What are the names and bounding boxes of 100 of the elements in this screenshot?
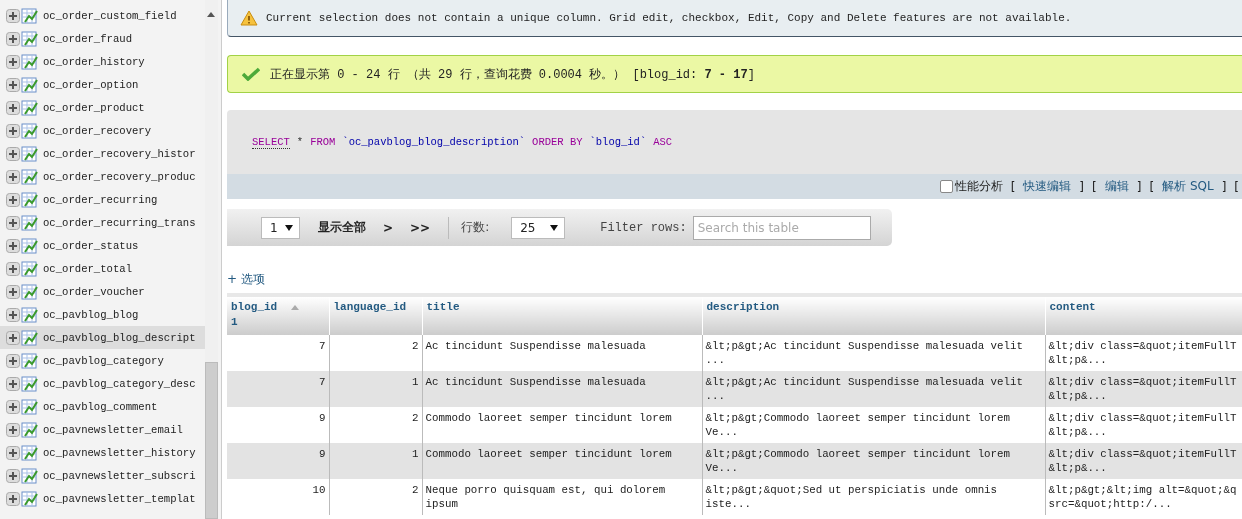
scrollbar-thumb[interactable] (205, 362, 218, 519)
bracket-text: ] (1136, 179, 1142, 194)
table-tree-item[interactable]: oc_order_recovery_histor (0, 142, 205, 165)
table-icon (21, 237, 39, 254)
table-icon (21, 7, 39, 24)
expand-icon[interactable] (6, 123, 20, 138)
table-tree-item[interactable]: oc_order_voucher (0, 280, 205, 303)
bracket-text: ] (1221, 179, 1227, 194)
sql-keyword-link[interactable]: SELECT (252, 135, 290, 149)
table-tree-item[interactable]: oc_pavblog_blog_descript (0, 326, 205, 349)
table-icon (21, 30, 39, 47)
next-page-link[interactable]: > (383, 220, 394, 235)
sql-keyword: FROM (310, 136, 336, 148)
table-icon (21, 145, 39, 162)
expand-icon[interactable] (6, 100, 20, 115)
filter-search-field[interactable]: Search this table (692, 215, 871, 240)
table-tree-item[interactable]: oc_pavblog_blog (0, 303, 205, 326)
table-tree-item[interactable]: oc_order_history (0, 50, 205, 73)
expand-icon[interactable] (6, 146, 20, 161)
sort-ascending-icon (291, 304, 300, 310)
table-tree-item[interactable]: oc_pavnewsletter_subscri (0, 464, 205, 487)
last-page-link[interactable]: >> (410, 220, 431, 235)
table-icon (21, 329, 39, 346)
table-tree-item[interactable]: oc_order_recurring (0, 188, 205, 211)
expand-icon[interactable] (6, 215, 20, 230)
column-header[interactable]: title (422, 295, 702, 335)
expand-icon[interactable] (6, 238, 20, 253)
table-cell: Ac tincidunt Suspendisse malesuada (422, 371, 702, 407)
expand-icon[interactable] (6, 353, 20, 368)
column-header[interactable]: description (702, 295, 1045, 335)
table-cell: &lt;p&gt;Ac tincidunt Suspendisse malesuada velit ... (702, 371, 1045, 407)
rows-label: 行数: (461, 219, 490, 236)
table-tree-item[interactable]: oc_order_status (0, 234, 205, 257)
table-cell: &lt;div class=&quot;itemFullT &lt;p&... (1045, 371, 1242, 407)
table-tree-item[interactable]: oc_pavblog_category (0, 349, 205, 372)
table-tree-item[interactable]: oc_pavnewsletter_email (0, 418, 205, 441)
table-tree-item[interactable]: oc_order_recovery_produc (0, 165, 205, 188)
profiling-label: 性能分析 (954, 178, 1003, 195)
table-icon (21, 283, 39, 300)
bracket-text: [ (1092, 179, 1097, 194)
table-icon (21, 99, 39, 116)
table-tree-item[interactable]: oc_order_recovery (0, 119, 205, 142)
expand-icon[interactable] (6, 376, 20, 391)
expand-icon[interactable] (6, 399, 20, 414)
sql-keyword: ORDER BY (532, 136, 583, 148)
column-header[interactable]: language_id (329, 295, 422, 335)
expand-icon[interactable] (6, 491, 20, 506)
table-tree-item[interactable]: oc_order_total (0, 257, 205, 280)
options-link[interactable]: + 选项 (227, 271, 265, 288)
table-cell: Neque porro quisquam est, qui dolorem ipsum (422, 479, 702, 515)
sql-identifier: `blog_id` (589, 136, 647, 148)
sql-action-link[interactable]: 快速编辑 (1023, 178, 1072, 195)
table-tree-item[interactable]: oc_pavnewsletter_history (0, 441, 205, 464)
table-icon (21, 490, 39, 507)
table-tree-item[interactable]: oc_pavblog_comment (0, 395, 205, 418)
expand-icon[interactable] (6, 284, 20, 299)
table-icon (21, 467, 39, 484)
table-cell: 10 (227, 479, 329, 515)
table-cell: &lt;p&gt;&quot;Sed ut perspiciatis unde omnis iste... (702, 479, 1045, 515)
expand-icon[interactable] (6, 31, 20, 46)
table-cell: 1 (329, 443, 422, 479)
table-cell: &lt;div class=&quot;itemFullT &lt;p&... (1045, 443, 1242, 479)
bracket-text: ] (1079, 179, 1084, 194)
table-cell: 1 (329, 371, 422, 407)
rows-select[interactable]: 25 (511, 216, 566, 239)
warning-icon (240, 10, 258, 26)
show-all-link[interactable]: 显示全部 (318, 219, 366, 236)
expand-icon[interactable] (6, 192, 20, 207)
sql-action-link[interactable]: 编辑 (1104, 178, 1129, 195)
table-cell: &lt;p&gt;&lt;img alt=&quot;&q src=&quot;http:/... (1045, 479, 1242, 515)
table-icon (21, 53, 39, 70)
expand-icon[interactable] (6, 8, 20, 23)
table-cell: &lt;p&gt;Commodo laoreet semper tincidunt lorem Ve... (702, 443, 1045, 479)
expand-icon[interactable] (6, 169, 20, 184)
expand-icon[interactable] (6, 330, 20, 345)
scroll-up-icon[interactable] (207, 12, 215, 17)
dropdown-caret-icon (550, 224, 559, 231)
expand-icon[interactable] (6, 261, 20, 276)
page-select[interactable]: 1 (261, 216, 300, 239)
column-header[interactable]: content (1045, 295, 1242, 335)
table-tree-item[interactable]: oc_pavblog_category_desc (0, 372, 205, 395)
expand-icon[interactable] (6, 422, 20, 437)
expand-icon[interactable] (6, 54, 20, 69)
expand-icon[interactable] (6, 468, 20, 483)
table-tree-item[interactable]: oc_order_fraud (0, 27, 205, 50)
table-tree-item[interactable]: oc_pavnewsletter_templat (0, 487, 205, 510)
expand-icon[interactable] (6, 307, 20, 322)
table-tree-item[interactable]: oc_order_product (0, 96, 205, 119)
table-cell: 9 (227, 443, 329, 479)
column-header[interactable]: blog_id 1 (227, 295, 329, 335)
table-tree-item[interactable]: oc_order_recurring_trans (0, 211, 205, 234)
result-summary-text: 正在显示第 0 - 24 行 （共 29 行，查询花费 0.0004 秒。） [blog_id: 7 - 17] (270, 66, 755, 83)
expand-icon[interactable] (6, 445, 20, 460)
table-tree-item[interactable]: oc_order_custom_field (0, 4, 205, 27)
sql-action-link[interactable]: 解析 SQL (1162, 178, 1214, 195)
profiling-checkbox[interactable] (939, 180, 953, 193)
expand-icon[interactable] (6, 77, 20, 92)
table-icon (21, 444, 39, 461)
table-icon (21, 352, 39, 369)
table-tree-item[interactable]: oc_order_option (0, 73, 205, 96)
